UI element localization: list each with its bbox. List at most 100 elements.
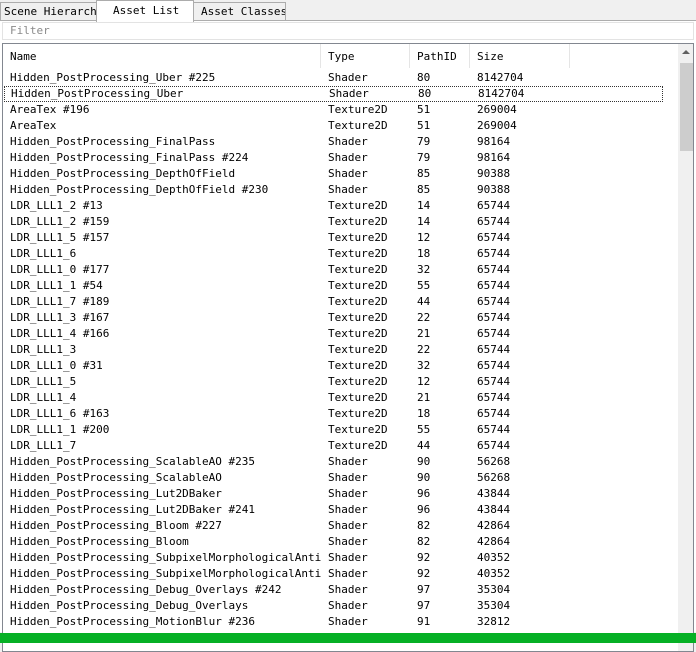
cell-type: Texture2D <box>328 279 388 292</box>
column-header-pathid[interactable]: PathID <box>410 44 470 68</box>
cell-size: 90388 <box>477 167 511 180</box>
table-row[interactable]: Hidden_PostProcessing_Debug_Overlays Shad… <box>3 598 680 614</box>
table-row[interactable]: LDR_LLL1_4 Texture2D 21 65744 <box>3 390 680 406</box>
table-row[interactable]: Hidden_PostProcessing_ScalableAO #235 Sha… <box>3 454 680 470</box>
table-row[interactable]: LDR_LLL1_6 Texture2D 18 65744 <box>3 246 680 262</box>
cell-size: 35304 <box>477 599 511 612</box>
cell-name: Hidden_PostProcessing_ScalableAO #235 <box>10 455 256 468</box>
cell-size: 65744 <box>477 359 511 372</box>
table-row[interactable]: Hidden_PostProcessing_Lut2DBaker #241 Sha… <box>3 502 680 518</box>
table-row[interactable]: Hidden_PostProcessing_ScalableAO Shader 90… <box>3 470 680 486</box>
cell-type: Shader <box>328 519 368 532</box>
cell-size: 269004 <box>477 103 517 116</box>
cell-pathid: 80 <box>418 87 432 100</box>
table-row[interactable]: LDR_LLL1_7 #189 Texture2D 44 65744 <box>3 294 680 310</box>
cell-pathid: 21 <box>417 327 431 340</box>
column-header-size[interactable]: Size <box>470 44 570 68</box>
cell-size: 65744 <box>477 247 511 260</box>
tab-scene-hierarchy[interactable]: Scene Hierarchy <box>0 2 97 20</box>
column-header-type[interactable]: Type <box>321 44 410 68</box>
tab-asset-classes[interactable]: Asset Classes <box>193 2 286 20</box>
table-row[interactable]: LDR_LLL1_5 Texture2D 12 65744 <box>3 374 680 390</box>
table-row[interactable]: Hidden_PostProcessing_MotionBlur #236 Sha… <box>3 614 680 630</box>
table-row[interactable]: LDR_LLL1_2 #159 Texture2D 14 65744 <box>3 214 680 230</box>
table-row[interactable]: LDR_LLL1_2 #13 Texture2D 14 65744 <box>3 198 680 214</box>
cell-name: Hidden_PostProcessing_FinalPass <box>10 135 216 148</box>
cell-pathid: 91 <box>417 615 431 628</box>
cell-name: Hidden_PostProcessing_SubpixelMorphologi… <box>10 551 321 564</box>
cell-pathid: 55 <box>417 279 431 292</box>
cell-pathid: 12 <box>417 375 431 388</box>
table-row[interactable]: Hidden_PostProcessing_Lut2DBaker Shader 96… <box>3 486 680 502</box>
table-row[interactable]: AreaTex Texture2D 51 269004 <box>3 118 680 134</box>
table-row[interactable]: LDR_LLL1_5 #157 Texture2D 12 65744 <box>3 230 680 246</box>
cell-name: LDR_LLL1_4 #166 <box>10 327 110 340</box>
cell-size: 42864 <box>477 519 511 532</box>
cell-size: 40352 <box>477 567 511 580</box>
cell-type: Shader <box>328 567 368 580</box>
filter-input[interactable]: Filter <box>2 22 694 40</box>
table-row[interactable]: LDR_LLL1_3 #167 Texture2D 22 65744 <box>3 310 680 326</box>
table-row[interactable]: Hidden_PostProcessing_FinalPass Shader 79 9… <box>3 134 680 150</box>
cell-type: Shader <box>328 535 368 548</box>
table-row[interactable]: Hidden_PostProcessing_DepthOfField #230 S… <box>3 182 680 198</box>
cell-name: LDR_LLL1_2 #159 <box>10 215 110 228</box>
cell-pathid: 18 <box>417 247 431 260</box>
cell-size: 65744 <box>477 423 511 436</box>
cell-type: Shader <box>328 615 368 628</box>
vertical-scrollbar[interactable] <box>678 44 693 651</box>
table-row[interactable]: LDR_LLL1_0 #31 Texture2D 32 65744 <box>3 358 680 374</box>
cell-size: 65744 <box>477 279 511 292</box>
cell-pathid: 21 <box>417 391 431 404</box>
asset-list-view[interactable]: Name Type PathID Size Hidden_PostProcess… <box>2 43 694 652</box>
scroll-up-arrow-icon[interactable] <box>678 44 693 61</box>
cell-size: 65744 <box>477 263 511 276</box>
cell-type: Shader <box>328 167 368 180</box>
cell-name: LDR_LLL1_4 <box>10 391 77 404</box>
cell-name: LDR_LLL1_6 #163 <box>10 407 110 420</box>
cell-name: Hidden_PostProcessing_Bloom #227 <box>10 519 222 532</box>
table-row[interactable]: Hidden_PostProcessing_DepthOfField Shader… <box>3 166 680 182</box>
cell-pathid: 79 <box>417 135 431 148</box>
table-row[interactable]: Hidden_PostProcessing_SubpixelMorphologi… <box>3 566 680 582</box>
table-row[interactable]: LDR_LLL1_6 #163 Texture2D 18 65744 <box>3 406 680 422</box>
table-row[interactable]: LDR_LLL1_1 #200 Texture2D 55 65744 <box>3 422 680 438</box>
cell-pathid: 22 <box>417 343 431 356</box>
table-row[interactable]: LDR_LLL1_7 Texture2D 44 65744 <box>3 438 680 454</box>
cell-name: LDR_LLL1_1 #54 <box>10 279 103 292</box>
table-row[interactable]: Hidden_PostProcessing_Uber #225 Shader 80 8… <box>3 70 680 86</box>
cell-pathid: 80 <box>417 71 431 84</box>
table-row[interactable]: Hidden_PostProcessing_FinalPass #224 Shad… <box>3 150 680 166</box>
table-row[interactable]: Hidden_PostProcessing_SubpixelMorphologi… <box>3 550 680 566</box>
cell-name: Hidden_PostProcessing_SubpixelMorphologi… <box>10 567 321 580</box>
cell-type: Texture2D <box>328 231 388 244</box>
table-row[interactable]: Hidden_PostProcessing_Bloom Shader 82 42864 <box>3 534 680 550</box>
cell-type: Shader <box>328 551 368 564</box>
scroll-thumb[interactable] <box>680 63 693 151</box>
cell-pathid: 14 <box>417 215 431 228</box>
cell-size: 35304 <box>477 583 511 596</box>
tab-asset-list[interactable]: Asset List <box>96 0 194 22</box>
table-row[interactable]: LDR_LLL1_0 #177 Texture2D 32 65744 <box>3 262 680 278</box>
table-row[interactable]: LDR_LLL1_3 Texture2D 22 65744 <box>3 342 680 358</box>
cell-name: Hidden_PostProcessing_Bloom <box>10 535 189 548</box>
table-row[interactable]: LDR_LLL1_1 #54 Texture2D 55 65744 <box>3 278 680 294</box>
table-row[interactable]: AreaTex #196 Texture2D 51 269004 <box>3 102 680 118</box>
cell-pathid: 51 <box>417 119 431 132</box>
cell-size: 65744 <box>477 439 511 452</box>
cell-name: Hidden_PostProcessing_Lut2DBaker #241 <box>10 503 256 516</box>
list-header: Name Type PathID Size <box>3 44 680 68</box>
cell-type: Texture2D <box>328 199 388 212</box>
column-header-name[interactable]: Name <box>3 44 321 68</box>
cell-size: 65744 <box>477 391 511 404</box>
table-row[interactable]: Hidden_PostProcessing_Debug_Overlays #24… <box>3 582 680 598</box>
table-row[interactable]: Hidden_PostProcessing_Bloom #227 Shader 82… <box>3 518 680 534</box>
status-bar <box>0 633 696 643</box>
table-row[interactable]: LDR_LLL1_4 #166 Texture2D 21 65744 <box>3 326 680 342</box>
cell-pathid: 85 <box>417 167 431 180</box>
cell-name: LDR_LLL1_7 <box>10 439 77 452</box>
cell-name: Hidden_PostProcessing_ScalableAO <box>10 471 222 484</box>
cell-pathid: 44 <box>417 295 431 308</box>
table-row[interactable]: Hidden_PostProcessing_Uber Shader 80 814270… <box>4 86 663 102</box>
cell-type: Texture2D <box>328 375 388 388</box>
